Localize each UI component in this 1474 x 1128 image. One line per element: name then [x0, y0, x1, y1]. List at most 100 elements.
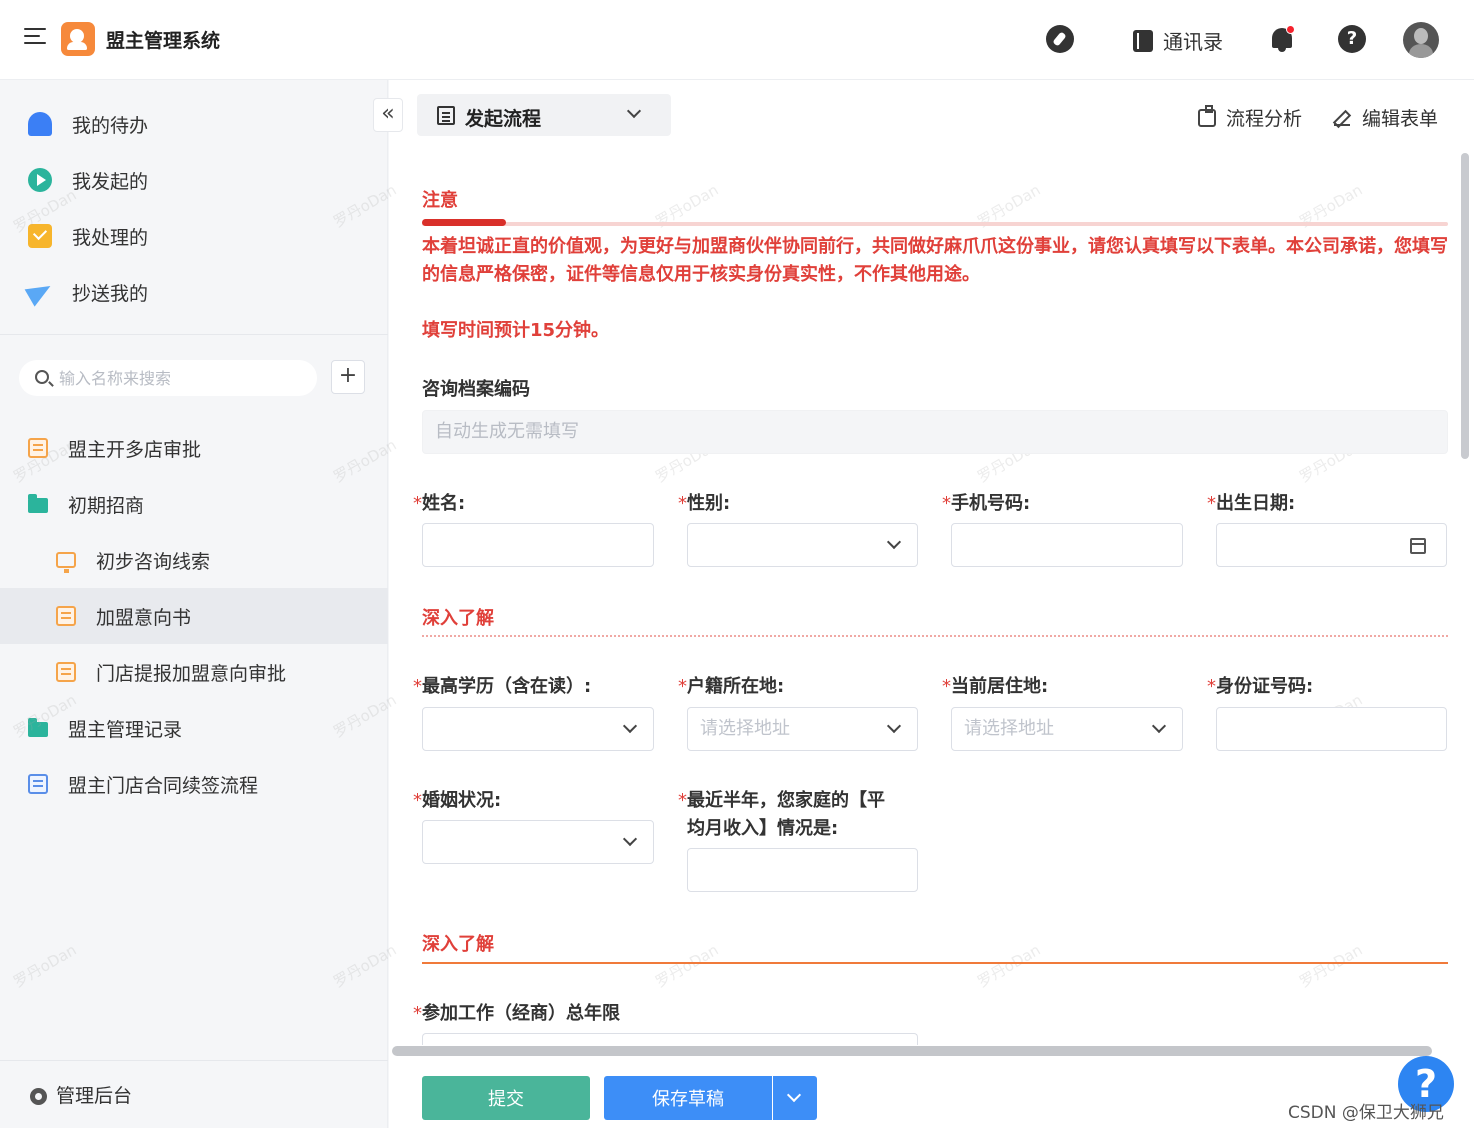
chevron-down-icon [622, 718, 638, 734]
tree-item-initial-consult-leads[interactable]: 初步咨询线索 [0, 532, 388, 588]
tree-item-store-intent-approval[interactable]: 门店提报加盟意向审批 [0, 644, 388, 700]
tree-item-multi-store-approval[interactable]: 盟主开多店审批 [0, 420, 388, 476]
contacts-button[interactable]: 通讯录 [1133, 26, 1223, 55]
tree-item-label: 盟主门店合同续签流程 [68, 774, 259, 797]
divider [0, 334, 388, 335]
calendar-icon [1410, 538, 1426, 554]
save-draft-button[interactable]: 保存草稿 [604, 1076, 772, 1120]
top-bar: 盟主管理系统 通讯录 ? [0, 0, 1474, 80]
section-divider [422, 962, 1448, 964]
archive-code-label: 咨询档案编码 [422, 379, 530, 400]
marital-status-select[interactable] [422, 820, 654, 864]
sidebar-item-label: 我的待办 [72, 114, 149, 137]
document-icon [437, 106, 455, 125]
birth-date-picker[interactable] [1216, 523, 1447, 567]
income-input[interactable] [687, 848, 918, 892]
csdn-watermark: CSDN @保卫大狮兄 [1288, 1103, 1444, 1123]
submit-button[interactable]: 提交 [422, 1076, 590, 1120]
chevron-down-icon [886, 534, 902, 550]
chevron-down-icon [626, 103, 642, 119]
notice-title: 注意 [422, 190, 458, 211]
sidebar: 我的待办 我发起的 我处理的 抄送我的 + 盟主开多店审批 初期招商 初步咨询线… [0, 80, 388, 1128]
sidebar-item-my-initiated[interactable]: 我发起的 [0, 156, 388, 204]
phone-label: *手机号码: [942, 493, 1031, 514]
notice-text: 本着坦诚正直的价值观，为更好与加盟商伙伴协同前行，共同做好麻爪爪这份事业，请您认… [422, 236, 1448, 285]
add-button[interactable]: + [331, 360, 365, 394]
birth-date-label: *出生日期: [1207, 493, 1296, 514]
flow-select-dropdown[interactable]: 发起流程 [417, 94, 671, 136]
folder-icon [28, 493, 48, 513]
tree-item-franchise-intent[interactable]: 加盟意向书 [0, 588, 388, 644]
tree-item-label: 加盟意向书 [96, 606, 192, 629]
flow-select-label: 发起流程 [465, 108, 542, 130]
tree-item-label: 盟主管理记录 [68, 718, 183, 741]
work-years-label: *参加工作（经商）总年限 [413, 1003, 620, 1024]
check-icon [28, 224, 52, 248]
edit-form-label: 编辑表单 [1362, 108, 1439, 130]
gear-icon [30, 1088, 47, 1105]
income-label: *最近半年，您家庭的【平 均月收入】情况是: [678, 790, 885, 839]
name-input[interactable] [422, 523, 654, 567]
notice-time: 填写时间预计15分钟。 [422, 320, 610, 341]
collapse-sidebar-button[interactable]: « [373, 98, 403, 132]
form-icon [56, 606, 76, 626]
play-icon [28, 168, 52, 192]
chevron-down-icon [786, 1087, 802, 1103]
education-select[interactable] [422, 707, 654, 751]
flow-analysis-button[interactable]: 流程分析 [1198, 104, 1302, 131]
chevron-down-icon [1151, 718, 1167, 734]
residence-label: *当前居住地: [942, 676, 1049, 697]
hukou-address-select[interactable]: 请选择地址 [687, 707, 918, 751]
phone-input[interactable] [951, 523, 1183, 567]
id-card-label: *身份证号码: [1207, 676, 1314, 697]
save-draft-options-button[interactable] [773, 1076, 817, 1120]
send-icon [24, 277, 56, 307]
sidebar-item-my-handled[interactable]: 我处理的 [0, 212, 388, 260]
app-title: 盟主管理系统 [106, 30, 221, 52]
gender-select[interactable] [687, 523, 918, 567]
menu-icon[interactable] [24, 28, 46, 50]
form-icon [28, 774, 48, 794]
section-divider [422, 635, 1448, 637]
hukou-label: *户籍所在地: [678, 676, 785, 697]
notification-bell-icon[interactable] [1270, 25, 1295, 52]
edit-form-button[interactable]: 编辑表单 [1334, 104, 1438, 131]
admin-console-link[interactable]: 管理后台 [0, 1060, 388, 1128]
sidebar-item-my-todo[interactable]: 我的待办 [0, 100, 388, 148]
bell-icon [28, 112, 52, 136]
chevron-down-icon [886, 718, 902, 734]
form-icon [56, 662, 76, 682]
id-card-input[interactable] [1216, 707, 1447, 751]
name-label: *姓名: [413, 493, 466, 514]
residence-address-select[interactable]: 请选择地址 [951, 707, 1183, 751]
tree-item-label: 初步咨询线索 [96, 550, 211, 573]
sidebar-item-label: 我处理的 [72, 226, 149, 249]
horizontal-scrollbar[interactable] [392, 1046, 1432, 1056]
education-label: *最高学历（含在读）: [413, 676, 592, 697]
search-icon [35, 370, 49, 384]
flow-chart-icon [1198, 104, 1216, 127]
tree-item-management-records[interactable]: 盟主管理记录 [0, 700, 388, 756]
unread-dot [1286, 25, 1295, 34]
user-avatar[interactable] [1403, 22, 1439, 58]
sidebar-item-label: 抄送我的 [72, 282, 149, 305]
search-box [19, 360, 317, 396]
app-logo [61, 22, 95, 56]
help-icon[interactable]: ? [1338, 25, 1366, 53]
address-book-icon [1133, 29, 1153, 52]
section-title: 深入了解 [422, 934, 494, 955]
notice-divider [422, 219, 1448, 226]
search-input[interactable] [59, 360, 309, 396]
flow-analysis-label: 流程分析 [1226, 108, 1303, 130]
work-years-input[interactable] [422, 1033, 918, 1045]
admin-console-label: 管理后台 [56, 1085, 133, 1107]
marital-status-label: *婚姻状况: [413, 790, 502, 811]
tree-item-label: 门店提报加盟意向审批 [96, 662, 287, 685]
monitor-icon [56, 552, 76, 573]
form-icon [28, 438, 48, 458]
compass-icon[interactable] [1046, 25, 1074, 53]
tree-item-contract-renewal[interactable]: 盟主门店合同续签流程 [0, 756, 388, 812]
sidebar-item-cc-me[interactable]: 抄送我的 [0, 268, 388, 316]
tree-item-initial-recruitment[interactable]: 初期招商 [0, 476, 388, 532]
vertical-scrollbar[interactable] [1461, 153, 1469, 459]
